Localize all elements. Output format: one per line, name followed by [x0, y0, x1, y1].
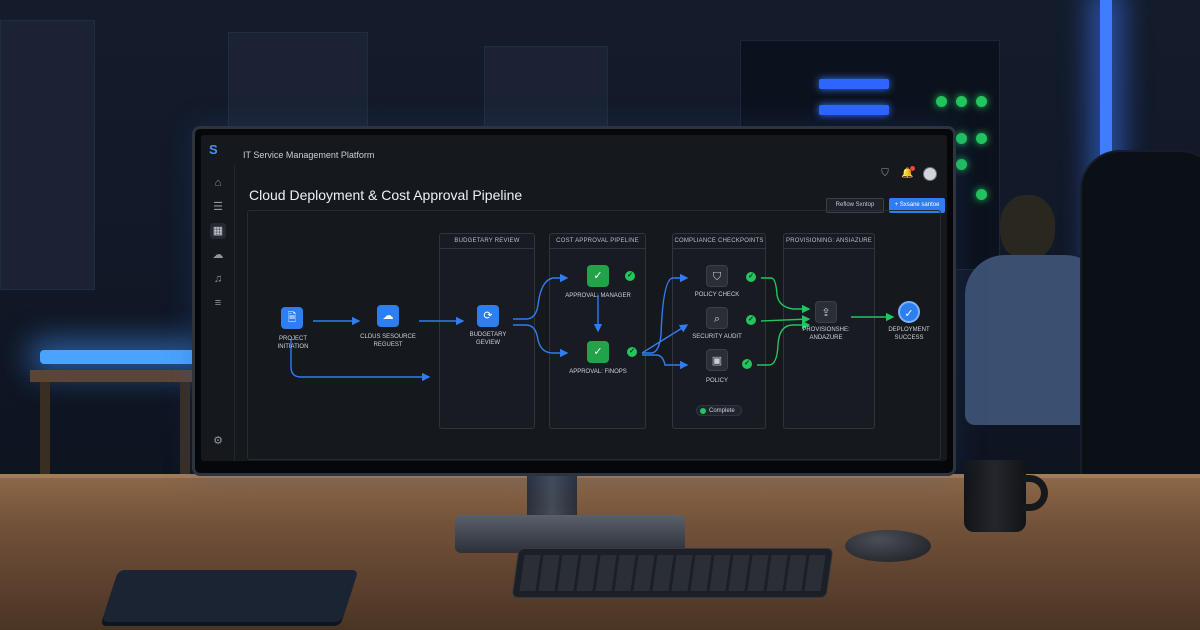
monitor: S IT Service Management Platform ⛉ 🔔 ⌂ ☰… — [192, 126, 956, 476]
node-label-line: REGUEST — [373, 342, 403, 348]
acoustic-panel — [228, 32, 368, 132]
server-led — [976, 96, 987, 107]
status-check-icon: ✓ — [625, 271, 635, 281]
node-label: SECURITY AUDIT — [692, 334, 742, 340]
complete-dot-icon — [700, 408, 706, 414]
node-label: POLICY — [705, 378, 728, 384]
notebook — [101, 570, 359, 622]
success-check-icon[interactable]: ✓ — [898, 301, 920, 323]
cloud-icon[interactable]: ☁ — [377, 305, 399, 327]
node-label-line: PROJECT — [278, 336, 307, 342]
complete-label: Complete — [709, 408, 735, 414]
server-led — [819, 105, 889, 115]
node-label-line: SUCCESS — [894, 335, 924, 341]
status-check-icon: ✓ — [742, 359, 752, 369]
led-light-strip — [40, 350, 200, 364]
cloud-upload-icon[interactable]: ⇪ — [815, 301, 837, 323]
keyboard — [511, 548, 834, 598]
node-label-line: INITIATION — [277, 344, 309, 350]
policy-icon[interactable]: ▣ — [706, 349, 728, 371]
check-icon[interactable]: ✓ — [587, 341, 609, 363]
node-label: CLDUS SESOURCE REGUEST — [348, 333, 428, 349]
node-label-line: PROVISIONSHE: — [802, 327, 850, 333]
node-label-line: DEPLOYMENT — [888, 327, 930, 333]
check-icon[interactable]: ✓ — [587, 265, 609, 287]
server-led — [956, 159, 967, 170]
node-label-line: GEVIEW — [475, 340, 500, 346]
node-label: BUDGETARY GEVIEW — [448, 331, 528, 347]
status-check-icon: ✓ — [746, 272, 756, 282]
search-icon[interactable]: ⌕ — [706, 307, 728, 329]
server-led — [819, 79, 889, 89]
node-label: DEPLOYMENT SUCCESS — [869, 326, 947, 342]
status-check-icon: ✓ — [746, 315, 756, 325]
status-check-icon: ✓ — [627, 347, 637, 357]
document-icon[interactable]: 🗎 — [281, 307, 303, 329]
app-window: S IT Service Management Platform ⛉ 🔔 ⌂ ☰… — [201, 135, 947, 461]
node-label: PROVISIONSHE: ANDAZURE — [786, 326, 866, 342]
acoustic-panel — [0, 20, 95, 290]
budget-review-icon[interactable]: ⟳ — [477, 305, 499, 327]
complete-status-badge: Complete — [696, 405, 742, 416]
node-label: APPROVAL: MANAGER — [565, 293, 631, 299]
node-label-line: CLDUS SESOURCE — [360, 334, 416, 340]
coffee-mug — [964, 460, 1026, 532]
node-label-line: BUDGETARY — [469, 332, 507, 338]
node-label: PROJECT INITIATION — [253, 335, 333, 351]
shield-icon[interactable]: ⛉ — [706, 265, 728, 287]
server-led — [956, 133, 967, 144]
server-led — [956, 96, 967, 107]
server-led — [936, 96, 947, 107]
node-label: POLICY CHECK — [694, 292, 740, 298]
node-label: APPROVAL: FINOPS — [569, 369, 627, 375]
mouse — [845, 530, 931, 562]
server-led — [976, 133, 987, 144]
side-table — [30, 370, 200, 382]
node-label-line: ANDAZURE — [809, 335, 843, 341]
